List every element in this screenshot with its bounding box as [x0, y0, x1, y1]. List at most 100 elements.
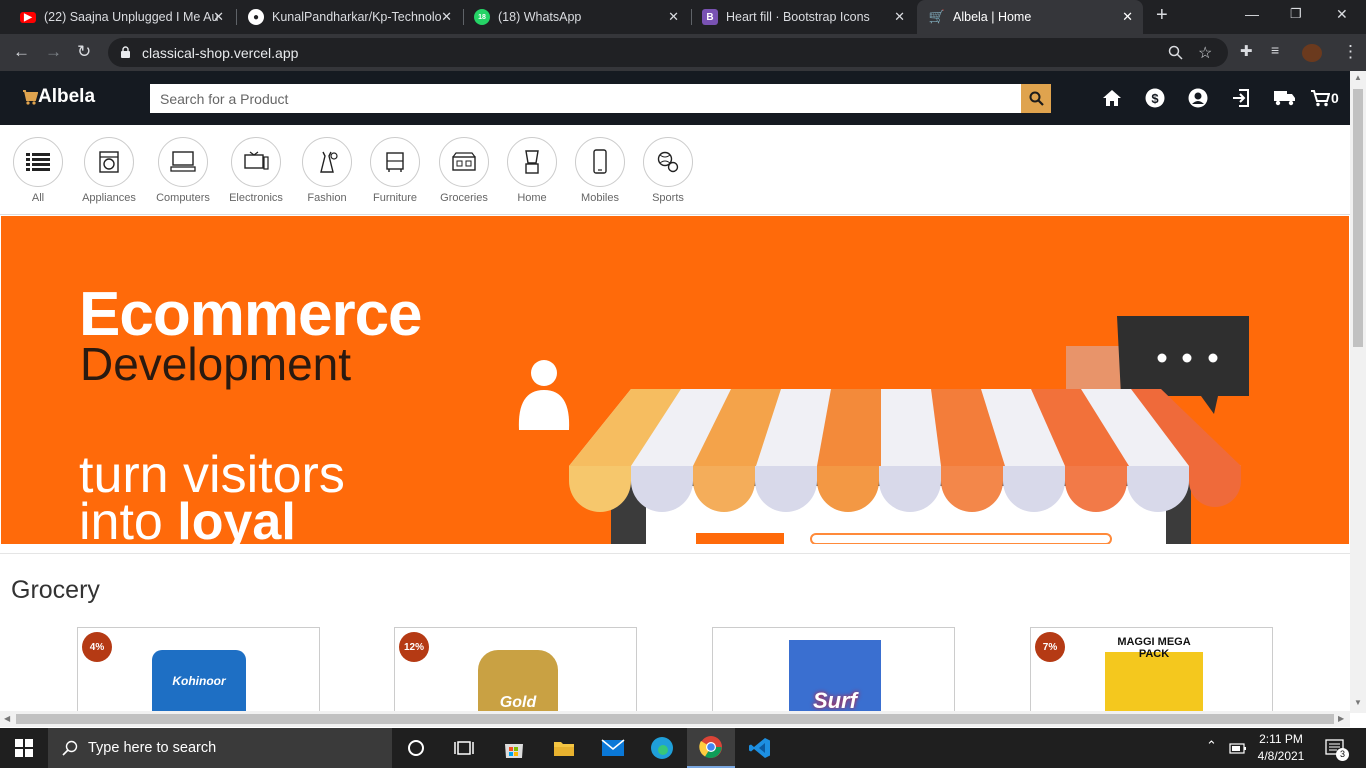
tab-github[interactable]: ● KunalPandharkar/Kp-Technolo ✕: [238, 0, 462, 34]
cortana-icon[interactable]: [403, 736, 429, 760]
banner-tagline-2: into loyal: [79, 496, 296, 544]
login-icon[interactable]: [1230, 87, 1252, 109]
taskbar-search-placeholder: Type here to search: [88, 740, 217, 756]
microsoft-store-icon[interactable]: [501, 736, 527, 760]
banner-tagline-word: into: [79, 493, 163, 544]
media-control-icon[interactable]: ≡: [1271, 42, 1279, 58]
reload-icon[interactable]: ↻: [77, 42, 91, 62]
list-icon: [13, 137, 63, 187]
search-icon: [1029, 91, 1044, 106]
tab-bootstrap[interactable]: B Heart fill · Bootstrap Icons ✕: [693, 0, 915, 34]
delivery-truck-icon[interactable]: [1273, 87, 1297, 109]
tab-separator: [691, 9, 692, 25]
close-tab-icon[interactable]: ✕: [668, 9, 679, 25]
mail-icon[interactable]: [600, 736, 626, 760]
vertical-scrollbar[interactable]: ▲ ▼: [1350, 71, 1366, 713]
tab-albela[interactable]: 🛒 Albela | Home ✕: [917, 0, 1143, 34]
product-search-input[interactable]: [150, 84, 1021, 113]
new-tab-icon[interactable]: +: [1156, 4, 1168, 27]
account-icon[interactable]: [1187, 87, 1209, 109]
battery-network-icon[interactable]: [1227, 736, 1249, 760]
close-tab-icon[interactable]: ✕: [213, 9, 224, 25]
tab-youtube[interactable]: ▶ (22) Saajna Unplugged I Me Au ✕: [8, 0, 234, 34]
svg-text:$: $: [1151, 91, 1159, 106]
tab-title: (18) WhatsApp: [498, 10, 582, 24]
scrollbar-thumb[interactable]: [1353, 89, 1363, 347]
product-image: Surf: [789, 640, 881, 721]
minimize-icon[interactable]: —: [1245, 6, 1259, 22]
product-card[interactable]: 4% Kohinoor: [77, 627, 320, 722]
taskbar-clock[interactable]: 2:11 PM 4/8/2021: [1256, 731, 1306, 765]
cart-logo-icon: [23, 90, 38, 105]
forward-icon[interactable]: →: [45, 42, 62, 62]
clock-time: 2:11 PM: [1259, 732, 1303, 746]
scroll-up-icon[interactable]: ▲: [1354, 73, 1362, 82]
horizontal-scrollbar[interactable]: ◀ ▶: [0, 711, 1350, 727]
cart-button[interactable]: 0: [1311, 87, 1341, 109]
carousel-indicator[interactable]: [677, 513, 683, 519]
tab-separator: [236, 9, 237, 25]
category-label: Home: [517, 192, 547, 204]
search-button[interactable]: [1021, 84, 1051, 113]
product-card[interactable]: Surf: [712, 627, 955, 722]
bookmark-star-icon[interactable]: ☆: [1198, 43, 1212, 63]
banner-heading: Ecommerce: [79, 280, 423, 349]
category-label: Groceries: [440, 192, 488, 204]
category-fashion[interactable]: Fashion: [292, 137, 362, 204]
tab-whatsapp[interactable]: 18 (18) WhatsApp ✕: [465, 0, 689, 34]
chrome-taskbar-icon[interactable]: [687, 728, 735, 768]
product-card[interactable]: 7% MAGGI MEGA PACK: [1030, 627, 1273, 722]
product-brand: Surf: [813, 688, 857, 713]
home-icon[interactable]: [1101, 87, 1123, 109]
address-bar[interactable]: classical-shop.vercel.app ☆: [108, 38, 1228, 67]
close-tab-icon[interactable]: ✕: [441, 9, 452, 25]
category-furniture[interactable]: Furniture: [360, 137, 430, 204]
close-tab-icon[interactable]: ✕: [1122, 9, 1133, 25]
category-sports[interactable]: Sports: [633, 137, 703, 204]
currency-icon[interactable]: $: [1144, 87, 1166, 109]
vscode-icon[interactable]: [747, 736, 773, 760]
scroll-down-icon[interactable]: ▼: [1354, 698, 1362, 707]
file-explorer-icon[interactable]: [551, 736, 577, 760]
system-tray-chevron-icon[interactable]: ⌃: [1206, 738, 1217, 754]
scrollbar-thumb[interactable]: [16, 714, 1334, 724]
product-card[interactable]: 12% Gold: [394, 627, 637, 722]
notification-center-icon[interactable]: 3: [1322, 736, 1349, 761]
hero-banner-carousel[interactable]: Ecommerce Development turn visitors into…: [1, 216, 1349, 544]
site-logo[interactable]: Albela: [22, 86, 95, 108]
product-brand: Kohinoor: [172, 674, 226, 688]
taskbar-search-box[interactable]: Type here to search: [48, 728, 392, 768]
restore-icon[interactable]: ❐: [1290, 6, 1302, 22]
mobile-phone-icon: [575, 137, 625, 187]
category-all[interactable]: All: [3, 137, 73, 204]
task-view-icon[interactable]: [451, 736, 477, 760]
carousel-indicator-active[interactable]: [665, 513, 671, 519]
chrome-menu-icon[interactable]: ⋮: [1342, 42, 1359, 62]
category-electronics[interactable]: Electronics: [221, 137, 291, 204]
category-label: All: [31, 192, 45, 204]
category-home[interactable]: Home: [497, 137, 567, 204]
category-appliances[interactable]: Appliances: [74, 137, 144, 204]
zoom-icon[interactable]: [1168, 45, 1183, 60]
category-label: Furniture: [372, 192, 418, 204]
profile-avatar[interactable]: [1302, 44, 1322, 62]
cart-icon: [1311, 90, 1330, 107]
windows-start-icon[interactable]: [11, 736, 37, 760]
category-groceries[interactable]: Groceries: [429, 137, 499, 204]
category-computers[interactable]: Computers: [148, 137, 218, 204]
scroll-left-icon[interactable]: ◀: [4, 714, 10, 723]
scroll-right-icon[interactable]: ▶: [1338, 714, 1344, 723]
close-tab-icon[interactable]: ✕: [894, 9, 905, 25]
youtube-icon: ▶: [20, 11, 36, 23]
close-window-icon[interactable]: ✕: [1336, 6, 1348, 23]
github-icon: ●: [248, 9, 264, 25]
tab-title: (22) Saajna Unplugged I Me Au: [44, 10, 219, 24]
edge-browser-icon[interactable]: [649, 736, 675, 760]
extensions-icon[interactable]: ✚: [1240, 42, 1253, 60]
category-mobiles[interactable]: Mobiles: [565, 137, 635, 204]
back-icon[interactable]: ←: [13, 42, 30, 62]
bootstrap-icon: B: [702, 9, 718, 25]
product-brand: Gold: [499, 694, 537, 711]
notification-count: 3: [1336, 748, 1349, 761]
product-brand: MAGGI MEGA PACK: [1117, 636, 1191, 660]
